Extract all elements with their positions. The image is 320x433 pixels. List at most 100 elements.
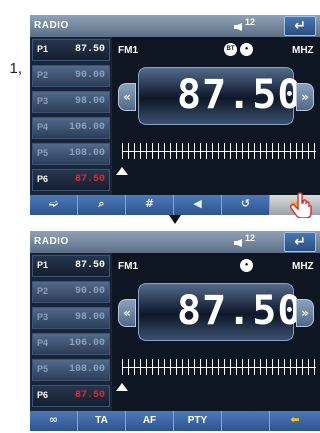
preset-list: P1 87.50 P2 90.00 P3 98.00 P4 106.00 P5 108.0… — [30, 253, 112, 411]
tuning-scale[interactable] — [122, 353, 316, 383]
preset-frequency: 106.00 — [68, 122, 105, 133]
frequency-display: 87.50 — [138, 283, 301, 341]
speaker-icon: ◀ — [193, 197, 202, 210]
screen-title: RADIO — [34, 20, 69, 31]
pty-button[interactable]: PTY — [174, 411, 222, 431]
stereo-button[interactable]: ∞ — [30, 411, 78, 431]
preset-p2[interactable]: P2 90.00 — [32, 281, 110, 303]
preset-p6[interactable]: P6 87.50 — [32, 385, 110, 407]
preset-frequency: 87.50 — [74, 390, 105, 401]
empty-button[interactable] — [222, 411, 270, 431]
tuning-scale[interactable] — [122, 137, 316, 167]
volume-level: 12 — [245, 17, 256, 27]
preset-label: P3 — [37, 312, 49, 322]
previous-page-button[interactable]: ⬅ — [270, 411, 320, 431]
stereo-icon: ∞ — [48, 413, 59, 426]
down-arrow-icon — [169, 215, 181, 224]
preset-frequency: 106.00 — [68, 338, 105, 349]
search-icon: ⌕ — [98, 197, 105, 210]
preset-label: P2 — [37, 286, 49, 296]
function-bar: ∞ TA AF PTY ⬅ — [30, 411, 320, 431]
tuning-line — [122, 367, 316, 368]
return-button[interactable]: ↵ — [284, 232, 316, 252]
preset-label: P4 — [37, 122, 49, 132]
tuning-marker-icon[interactable] — [116, 383, 128, 391]
band-label: FM1 — [118, 45, 138, 56]
frequency-display: 87.50 — [138, 67, 301, 125]
seek-down-button[interactable]: « — [118, 83, 136, 111]
speaker-icon — [234, 239, 242, 247]
function-button-1[interactable]: ➫ — [30, 195, 78, 215]
seek-up-button[interactable]: » — [296, 83, 314, 111]
preset-label: P1 — [37, 260, 49, 270]
function-bar: ➫ ⌕ # ◀ ↺ ➡ — [30, 195, 320, 215]
status-dot-icon: ● — [240, 43, 253, 56]
seek-up-button[interactable]: » — [296, 299, 314, 327]
tuning-marker-icon[interactable] — [116, 167, 128, 175]
return-arrow-icon: ↵ — [294, 234, 306, 250]
function-button-3[interactable]: # — [126, 195, 174, 215]
function-button-2[interactable]: ⌕ — [78, 195, 126, 215]
preset-p2[interactable]: P2 90.00 — [32, 65, 110, 87]
preset-p6[interactable]: P6 87.50 — [32, 169, 110, 191]
preset-label: P6 — [37, 174, 49, 184]
preset-label: P2 — [37, 70, 49, 80]
seek-down-button[interactable]: « — [118, 299, 136, 327]
screen-title: RADIO — [34, 236, 69, 247]
preset-p3[interactable]: P3 98.00 — [32, 307, 110, 329]
volume-indicator[interactable]: 12 — [234, 17, 260, 35]
preset-label: P6 — [37, 390, 49, 400]
preset-frequency: 87.50 — [74, 44, 105, 55]
preset-label: P4 — [37, 338, 49, 348]
radio-screen-top: RADIO 12 ↵ P1 87.50 P2 90.00 P3 98.00 P4 106… — [30, 15, 320, 215]
ta-button[interactable]: TA — [78, 411, 126, 431]
preset-frequency: 98.00 — [74, 96, 105, 107]
preset-p1[interactable]: P1 87.50 — [32, 39, 110, 61]
double-chevron-right-icon: » — [301, 306, 309, 320]
frequency-value: 87.50 — [177, 72, 303, 118]
preset-label: P5 — [37, 148, 49, 158]
title-bar: RADIO 12 ↵ — [30, 231, 320, 253]
preset-scan-icon: # — [144, 197, 155, 210]
af-button[interactable]: AF — [126, 411, 174, 431]
volume-level: 12 — [245, 233, 256, 243]
radio-screen-bottom: RADIO 12 ↵ P1 87.50 P2 90.00 P3 98.00 P4 106… — [30, 231, 320, 431]
function-button-4[interactable]: ◀ — [174, 195, 222, 215]
preset-frequency: 108.00 — [68, 364, 105, 375]
speaker-icon — [234, 23, 242, 31]
frequency-value: 87.50 — [177, 288, 303, 334]
preset-p4[interactable]: P4 106.00 — [32, 117, 110, 139]
af-label: AF — [142, 415, 157, 426]
page-number: 1, — [9, 60, 22, 77]
unit-label: MHZ — [292, 45, 314, 56]
back-arrow-icon: ⬅ — [290, 413, 300, 426]
title-bar: RADIO 12 ↵ — [30, 15, 320, 37]
preset-frequency: 90.00 — [74, 70, 105, 81]
preset-frequency: 108.00 — [68, 148, 105, 159]
double-chevron-left-icon: « — [123, 90, 131, 104]
function-button-5[interactable]: ↺ — [222, 195, 270, 215]
preset-label: P5 — [37, 364, 49, 374]
preset-p5[interactable]: P5 108.00 — [32, 359, 110, 381]
volume-indicator[interactable]: 12 — [234, 233, 260, 251]
return-button[interactable]: ↵ — [284, 16, 316, 36]
preset-frequency: 90.00 — [74, 286, 105, 297]
preset-p3[interactable]: P3 98.00 — [32, 91, 110, 113]
preset-label: P3 — [37, 96, 49, 106]
pty-label: PTY — [187, 415, 208, 426]
preset-frequency: 98.00 — [74, 312, 105, 323]
preset-label: P1 — [37, 44, 49, 54]
preset-p5[interactable]: P5 108.00 — [32, 143, 110, 165]
ta-label: TA — [95, 415, 108, 426]
preset-frequency: 87.50 — [74, 260, 105, 271]
unit-label: MHZ — [292, 261, 314, 272]
hand-pointer-icon — [290, 192, 312, 218]
band-label: FM1 — [118, 261, 138, 272]
rotate-icon: ↺ — [240, 197, 251, 210]
preset-p4[interactable]: P4 106.00 — [32, 333, 110, 355]
bluetooth-badge-icon: BT — [224, 43, 237, 56]
double-chevron-right-icon: » — [301, 90, 309, 104]
status-dot-icon: ● — [240, 259, 253, 272]
tuning-line — [122, 151, 316, 152]
preset-p1[interactable]: P1 87.50 — [32, 255, 110, 277]
